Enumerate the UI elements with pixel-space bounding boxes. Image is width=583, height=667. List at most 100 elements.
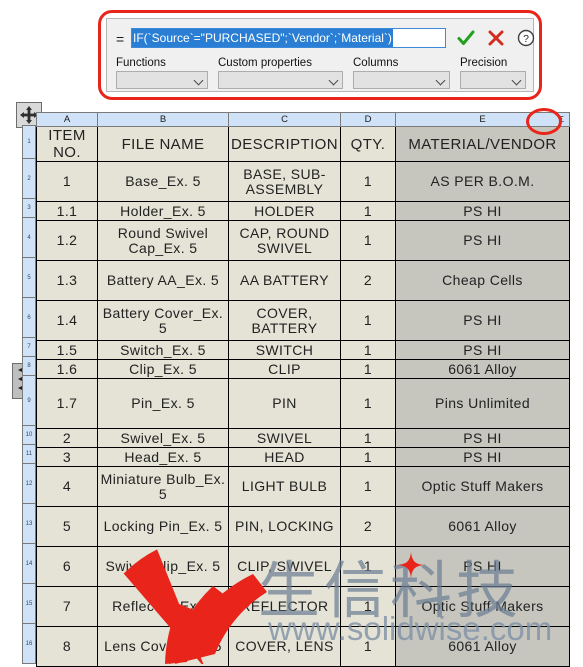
- cell-description[interactable]: REFLECTOR: [228, 586, 341, 627]
- column-header-a[interactable]: A: [36, 112, 98, 127]
- cell-file-name[interactable]: Pin_Ex. 5: [97, 378, 229, 429]
- bom-header-cell[interactable]: ITEM NO.: [36, 126, 98, 162]
- cell-material-vendor[interactable]: PS HI: [395, 300, 570, 341]
- cell-description[interactable]: SWITCH: [228, 340, 341, 360]
- functions-dropdown[interactable]: [116, 71, 208, 89]
- cell-material-vendor[interactable]: PS HI: [395, 340, 570, 360]
- row-number-cell[interactable]: 15: [22, 584, 36, 624]
- cell-item-no[interactable]: 1.4: [36, 300, 98, 341]
- cell-qty[interactable]: 1: [340, 220, 396, 261]
- table-row[interactable]: 1.1 Holder_Ex. 5 HOLDER 1 PS HI: [36, 201, 570, 221]
- cell-item-no[interactable]: 3: [36, 447, 98, 467]
- cell-item-no[interactable]: 1.2: [36, 220, 98, 261]
- row-number-cell[interactable]: 11: [22, 445, 36, 464]
- cell-material-vendor[interactable]: PS HI: [395, 428, 570, 448]
- cell-material-vendor[interactable]: 6061 Alloy: [395, 359, 570, 379]
- cell-qty[interactable]: 1: [340, 161, 396, 202]
- cell-description[interactable]: LIGHT BULB: [228, 466, 341, 507]
- row-number-cell[interactable]: 14: [22, 544, 36, 584]
- columns-dropdown[interactable]: [353, 71, 450, 89]
- cell-file-name[interactable]: Holder_Ex. 5: [97, 201, 229, 221]
- cell-description[interactable]: SWIVEL: [228, 428, 341, 448]
- cell-file-name[interactable]: Reflector_Ex. 5: [97, 586, 229, 627]
- row-number-cell[interactable]: 6: [22, 298, 36, 338]
- cell-description[interactable]: CLIP: [228, 359, 341, 379]
- cell-description[interactable]: COVER, LENS: [228, 626, 341, 667]
- formula-input[interactable]: IF(`Source`="PURCHASED";`Vendor`;`Materi…: [131, 28, 446, 48]
- cell-item-no[interactable]: 8: [36, 626, 98, 667]
- row-number-cell[interactable]: 2: [22, 159, 36, 199]
- cell-description[interactable]: AA BATTERY: [228, 260, 341, 301]
- cell-file-name[interactable]: Swivel_Ex. 5: [97, 428, 229, 448]
- cell-qty[interactable]: 1: [340, 546, 396, 587]
- table-row[interactable]: 1.4 Battery Cover_Ex. 5 COVER, BATTERY 1 PS …: [36, 300, 570, 341]
- cell-item-no[interactable]: 1.1: [36, 201, 98, 221]
- cell-description[interactable]: COVER, BATTERY: [228, 300, 341, 341]
- cell-material-vendor[interactable]: PS HI: [395, 201, 570, 221]
- row-number-cell[interactable]: 10: [22, 426, 36, 445]
- cell-description[interactable]: CAP, ROUND SWIVEL: [228, 220, 341, 261]
- bom-header-cell[interactable]: FILE NAME: [97, 126, 229, 162]
- cell-description[interactable]: HEAD: [228, 447, 341, 467]
- cell-item-no[interactable]: 1.5: [36, 340, 98, 360]
- table-row[interactable]: 4 Miniature Bulb_Ex. 5 LIGHT BULB 1 Optic St…: [36, 466, 570, 507]
- cell-item-no[interactable]: 7: [36, 586, 98, 627]
- row-number-cell[interactable]: 8: [22, 357, 36, 376]
- table-row[interactable]: 1 Base_Ex. 5 BASE, SUB-ASSEMBLY 1 AS PER B.O…: [36, 161, 570, 202]
- cell-file-name[interactable]: Lens Cover_Ex. 5: [97, 626, 229, 667]
- cell-qty[interactable]: 1: [340, 586, 396, 627]
- cell-item-no[interactable]: 1.6: [36, 359, 98, 379]
- cell-file-name[interactable]: Swivel Clip_Ex. 5: [97, 546, 229, 587]
- cell-qty[interactable]: 1: [340, 300, 396, 341]
- cell-file-name[interactable]: Battery Cover_Ex. 5: [97, 300, 229, 341]
- cell-material-vendor[interactable]: PS HI: [395, 546, 570, 587]
- cell-file-name[interactable]: Clip_Ex. 5: [97, 359, 229, 379]
- table-row[interactable]: 1.5 Switch_Ex. 5 SWITCH 1 PS HI: [36, 340, 570, 360]
- row-number-cell[interactable]: 1: [22, 125, 36, 159]
- cell-qty[interactable]: 2: [340, 506, 396, 547]
- question-mark-icon[interactable]: ?: [515, 27, 537, 49]
- cell-material-vendor[interactable]: PS HI: [395, 447, 570, 467]
- cell-material-vendor[interactable]: PS HI: [395, 220, 570, 261]
- cell-item-no[interactable]: 2: [36, 428, 98, 448]
- bom-header-cell[interactable]: MATERIAL/VENDOR: [395, 126, 570, 162]
- cell-qty[interactable]: 1: [340, 340, 396, 360]
- cell-item-no[interactable]: 5: [36, 506, 98, 547]
- column-header-e[interactable]: EΣ: [395, 112, 570, 127]
- cell-qty[interactable]: 1: [340, 378, 396, 429]
- row-number-cell[interactable]: 9: [22, 376, 36, 426]
- cell-file-name[interactable]: Battery AA_Ex. 5: [97, 260, 229, 301]
- cell-material-vendor[interactable]: AS PER B.O.M.: [395, 161, 570, 202]
- checkmark-icon[interactable]: [455, 27, 477, 49]
- cell-description[interactable]: PIN, LOCKING: [228, 506, 341, 547]
- cell-item-no[interactable]: 1: [36, 161, 98, 202]
- table-row[interactable]: 5 Locking Pin_Ex. 5 PIN, LOCKING 2 6061 Allo…: [36, 506, 570, 547]
- bom-header-cell[interactable]: DESCRIPTION: [228, 126, 341, 162]
- sigma-icon[interactable]: Σ: [557, 115, 566, 124]
- cell-file-name[interactable]: Switch_Ex. 5: [97, 340, 229, 360]
- table-row[interactable]: 1.7 Pin_Ex. 5 PIN 1 Pins Unlimited: [36, 378, 570, 429]
- cell-file-name[interactable]: Head_Ex. 5: [97, 447, 229, 467]
- cell-qty[interactable]: 1: [340, 359, 396, 379]
- cell-item-no[interactable]: 1.7: [36, 378, 98, 429]
- cell-description[interactable]: BASE, SUB-ASSEMBLY: [228, 161, 341, 202]
- cross-icon[interactable]: [485, 27, 507, 49]
- custom-properties-dropdown[interactable]: [218, 71, 343, 89]
- bom-header-cell[interactable]: QTY.: [340, 126, 396, 162]
- column-header-c[interactable]: C: [228, 112, 341, 127]
- cell-material-vendor[interactable]: Cheap Cells: [395, 260, 570, 301]
- table-row[interactable]: 7 Reflector_Ex. 5 REFLECTOR 1 Optic Stuff Ma…: [36, 586, 570, 627]
- column-header-b[interactable]: B: [97, 112, 229, 127]
- cell-material-vendor[interactable]: 6061 Alloy: [395, 506, 570, 547]
- table-row[interactable]: 2 Swivel_Ex. 5 SWIVEL 1 PS HI: [36, 428, 570, 448]
- table-row[interactable]: 1.3 Battery AA_Ex. 5 AA BATTERY 2 Cheap Cell…: [36, 260, 570, 301]
- cell-item-no[interactable]: 4: [36, 466, 98, 507]
- precision-dropdown[interactable]: [460, 71, 526, 89]
- cell-file-name[interactable]: Base_Ex. 5: [97, 161, 229, 202]
- row-number-cell[interactable]: 16: [22, 624, 36, 664]
- cell-file-name[interactable]: Round Swivel Cap_Ex. 5: [97, 220, 229, 261]
- table-row[interactable]: 3 Head_Ex. 5 HEAD 1 PS HI: [36, 447, 570, 467]
- cell-description[interactable]: PIN: [228, 378, 341, 429]
- cell-file-name[interactable]: Miniature Bulb_Ex. 5: [97, 466, 229, 507]
- column-header-d[interactable]: D: [340, 112, 396, 127]
